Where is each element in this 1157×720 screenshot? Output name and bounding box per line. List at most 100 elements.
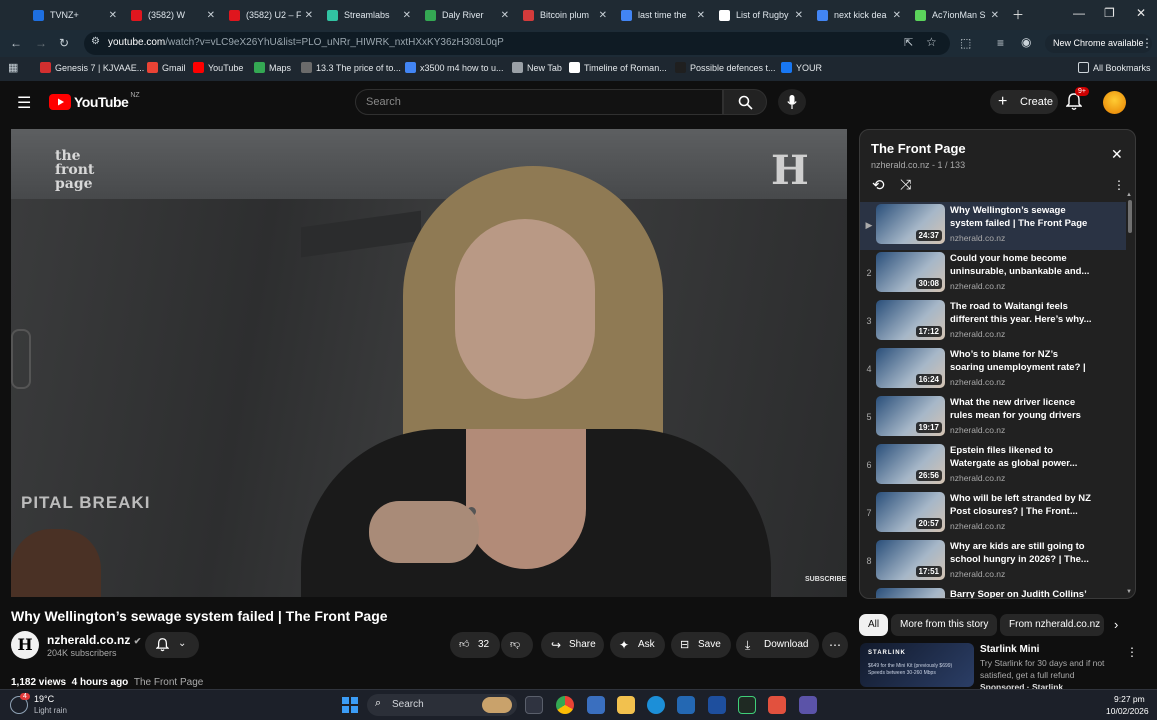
account-avatar[interactable] bbox=[1103, 91, 1126, 114]
scroll-up-icon[interactable]: ▲ bbox=[1126, 192, 1132, 198]
close-tab-icon[interactable]: ✕ bbox=[109, 10, 117, 21]
bookmark-item[interactable]: Gmail bbox=[147, 62, 186, 73]
file-explorer-icon[interactable] bbox=[617, 696, 635, 714]
subscribe-watermark[interactable]: SUBSCRIBE bbox=[805, 576, 846, 583]
bookmark-item[interactable]: 13.3 The price of to... bbox=[301, 62, 401, 73]
save-button[interactable]: ⊟ Save bbox=[671, 632, 731, 658]
bookmark-item[interactable]: YouTube bbox=[193, 62, 243, 73]
subscription-bell-button[interactable]: ⌄ bbox=[145, 632, 199, 658]
task-view-icon[interactable] bbox=[525, 696, 543, 714]
browser-tab[interactable]: (3582) U2 – F ✕ bbox=[229, 4, 313, 26]
filter-chip[interactable]: From nzherald.co.nz bbox=[1000, 614, 1104, 636]
playlist-item-thumbnail[interactable]: 19:17 bbox=[876, 396, 945, 436]
like-button[interactable]: 👍︎ 32 bbox=[450, 632, 500, 658]
new-tab-button[interactable]: ＋ bbox=[1012, 6, 1024, 23]
clock-date[interactable]: 10/02/2026 bbox=[1106, 706, 1149, 716]
app-taskbar-icon-5[interactable] bbox=[768, 696, 786, 714]
install-app-icon[interactable]: ⇱ bbox=[904, 36, 913, 49]
bookmark-item[interactable]: YOUR bbox=[781, 62, 822, 73]
forward-icon[interactable]: → bbox=[35, 36, 47, 50]
dislike-button[interactable]: 👎︎ bbox=[501, 632, 533, 658]
playlist-item[interactable]: Barry Soper on Judith Collins’ bbox=[860, 586, 1126, 598]
playlist-title[interactable]: The Front Page bbox=[871, 141, 966, 156]
close-tab-icon[interactable]: ✕ bbox=[207, 10, 215, 21]
notifications-button[interactable]: 9+ bbox=[1065, 87, 1089, 116]
taskbar-search[interactable]: ⌕ Search bbox=[367, 694, 517, 716]
back-icon[interactable]: ← bbox=[10, 36, 22, 50]
ad-menu-icon[interactable]: ⋮ bbox=[1126, 645, 1138, 659]
browser-tab[interactable]: List of Rugby ✕ bbox=[719, 4, 803, 26]
close-tab-icon[interactable]: ✕ bbox=[795, 10, 803, 21]
close-playlist-icon[interactable]: ✕ bbox=[1111, 146, 1123, 163]
media-controls-icon[interactable]: ≡ bbox=[997, 36, 1004, 50]
clock-time[interactable]: 9:27 pm bbox=[1114, 694, 1145, 704]
weather-temp[interactable]: 19°C bbox=[34, 694, 54, 704]
bookmark-item[interactable]: Genesis 7 | KJVAAE... bbox=[40, 62, 144, 73]
bookmark-star-icon[interactable]: ☆ bbox=[926, 35, 937, 49]
bookmark-item[interactable]: x3500 m4 how to u... bbox=[405, 62, 504, 73]
scroll-down-icon[interactable]: ▼ bbox=[1126, 589, 1132, 595]
app-taskbar-icon-1[interactable] bbox=[587, 696, 605, 714]
playlist-item[interactable]: 5 19:17 What the new driver licence rules … bbox=[860, 394, 1126, 442]
youtube-logo[interactable]: YouTube NZ bbox=[49, 92, 140, 110]
playlist-menu-icon[interactable]: ⋮ bbox=[1113, 178, 1125, 192]
playlist-item-thumbnail[interactable]: 17:51 bbox=[876, 540, 945, 580]
reload-icon[interactable]: ↻ bbox=[59, 36, 69, 50]
bookmark-item[interactable]: New Tab bbox=[512, 62, 562, 73]
browser-tab[interactable]: (3582) W ✕ bbox=[131, 4, 215, 26]
close-tab-icon[interactable]: ✕ bbox=[403, 10, 411, 21]
bookmark-item[interactable]: Maps bbox=[254, 62, 291, 73]
video-player[interactable]: the front page H PITAL BREAKI SUBSCRIBE bbox=[11, 129, 847, 597]
playlist-item[interactable]: 7 20:57 Who will be left stranded by NZ Po… bbox=[860, 490, 1126, 538]
browser-tab[interactable]: TVNZ+ ✕ bbox=[33, 4, 117, 26]
shuffle-icon[interactable]: ⤨ bbox=[900, 176, 911, 193]
more-actions-button[interactable]: ⋯ bbox=[822, 632, 848, 658]
browser-tab[interactable]: next kick dea ✕ bbox=[817, 4, 901, 26]
browser-tab[interactable]: Daly River ✕ bbox=[425, 4, 509, 26]
playlist-item-thumbnail[interactable]: 24:37 bbox=[876, 204, 945, 244]
playlist-item[interactable]: 8 17:51 Why are kids are still going to sc… bbox=[860, 538, 1126, 586]
playlist-item-thumbnail[interactable]: 16:24 bbox=[876, 348, 945, 388]
minimize-icon[interactable]: — bbox=[1073, 6, 1085, 20]
chevron-right-icon[interactable]: › bbox=[1114, 617, 1118, 632]
playlist-item-thumbnail[interactable]: 30:08 bbox=[876, 252, 945, 292]
download-button[interactable]: ⤓ Download bbox=[736, 632, 819, 658]
playlist-item-thumbnail[interactable]: 26:56 bbox=[876, 444, 945, 484]
app-taskbar-icon-3[interactable] bbox=[708, 696, 726, 714]
edge-icon[interactable] bbox=[647, 696, 665, 714]
browser-tab[interactable]: Ac7ionMan S ✕ bbox=[915, 4, 999, 26]
playlist-channel[interactable]: nzherald.co.nz bbox=[871, 160, 930, 170]
voice-search-button[interactable] bbox=[778, 89, 806, 115]
browser-tab[interactable]: last time the ✕ bbox=[621, 4, 705, 26]
apps-grid-icon[interactable]: ▦ bbox=[8, 61, 18, 74]
menu-kebab-icon[interactable]: ⋮ bbox=[1141, 36, 1153, 50]
app-taskbar-icon-6[interactable] bbox=[799, 696, 817, 714]
restore-icon[interactable]: ❐ bbox=[1104, 6, 1115, 20]
ad-thumbnail[interactable]: STARLINK $649 for the Mini Kit (previous… bbox=[860, 643, 974, 687]
windows-start-icon[interactable] bbox=[342, 697, 358, 713]
site-info-icon[interactable]: ⚙ bbox=[91, 36, 100, 47]
bookmark-item[interactable]: Possible defences t... bbox=[675, 62, 776, 73]
extensions-icon[interactable]: ⬚ bbox=[960, 36, 971, 50]
loop-icon[interactable]: ⟲ bbox=[872, 176, 885, 194]
hamburger-menu-icon[interactable]: ☰ bbox=[17, 93, 31, 113]
filter-chip[interactable]: More from this story bbox=[891, 614, 998, 636]
playlist-scrollbar[interactable] bbox=[1128, 200, 1132, 233]
playlist-item-thumbnail[interactable]: 20:57 bbox=[876, 492, 945, 532]
app-taskbar-icon-2[interactable] bbox=[677, 696, 695, 714]
playlist-item[interactable]: 4 16:24 Who’s to blame for NZ’s soaring un… bbox=[860, 346, 1126, 394]
channel-name[interactable]: nzherald.co.nz ✔ bbox=[47, 633, 141, 647]
profile-avatar-icon[interactable]: ◉ bbox=[1021, 35, 1031, 49]
filter-chip[interactable]: All bbox=[859, 614, 889, 636]
playlist-item[interactable]: 6 26:56 Epstein files likened to Watergate… bbox=[860, 442, 1126, 490]
bookmark-item[interactable]: Timeline of Roman... bbox=[569, 62, 667, 73]
close-tab-icon[interactable]: ✕ bbox=[305, 10, 313, 21]
playlist-item[interactable]: 3 17:12 The road to Waitangi feels differe… bbox=[860, 298, 1126, 346]
close-tab-icon[interactable]: ✕ bbox=[893, 10, 901, 21]
all-bookmarks-button[interactable]: All Bookmarks bbox=[1078, 62, 1151, 73]
share-button[interactable]: ↪ Share bbox=[541, 632, 604, 658]
close-tab-icon[interactable]: ✕ bbox=[991, 10, 999, 21]
playlist-item[interactable]: ▶ 24:37 Why Wellington’s sewage system fai… bbox=[860, 202, 1126, 250]
address-bar[interactable]: ⚙ youtube.com/watch?v=vLC9eX26YhU&list=P… bbox=[84, 32, 950, 55]
playlist-item-thumbnail[interactable]: 17:12 bbox=[876, 300, 945, 340]
